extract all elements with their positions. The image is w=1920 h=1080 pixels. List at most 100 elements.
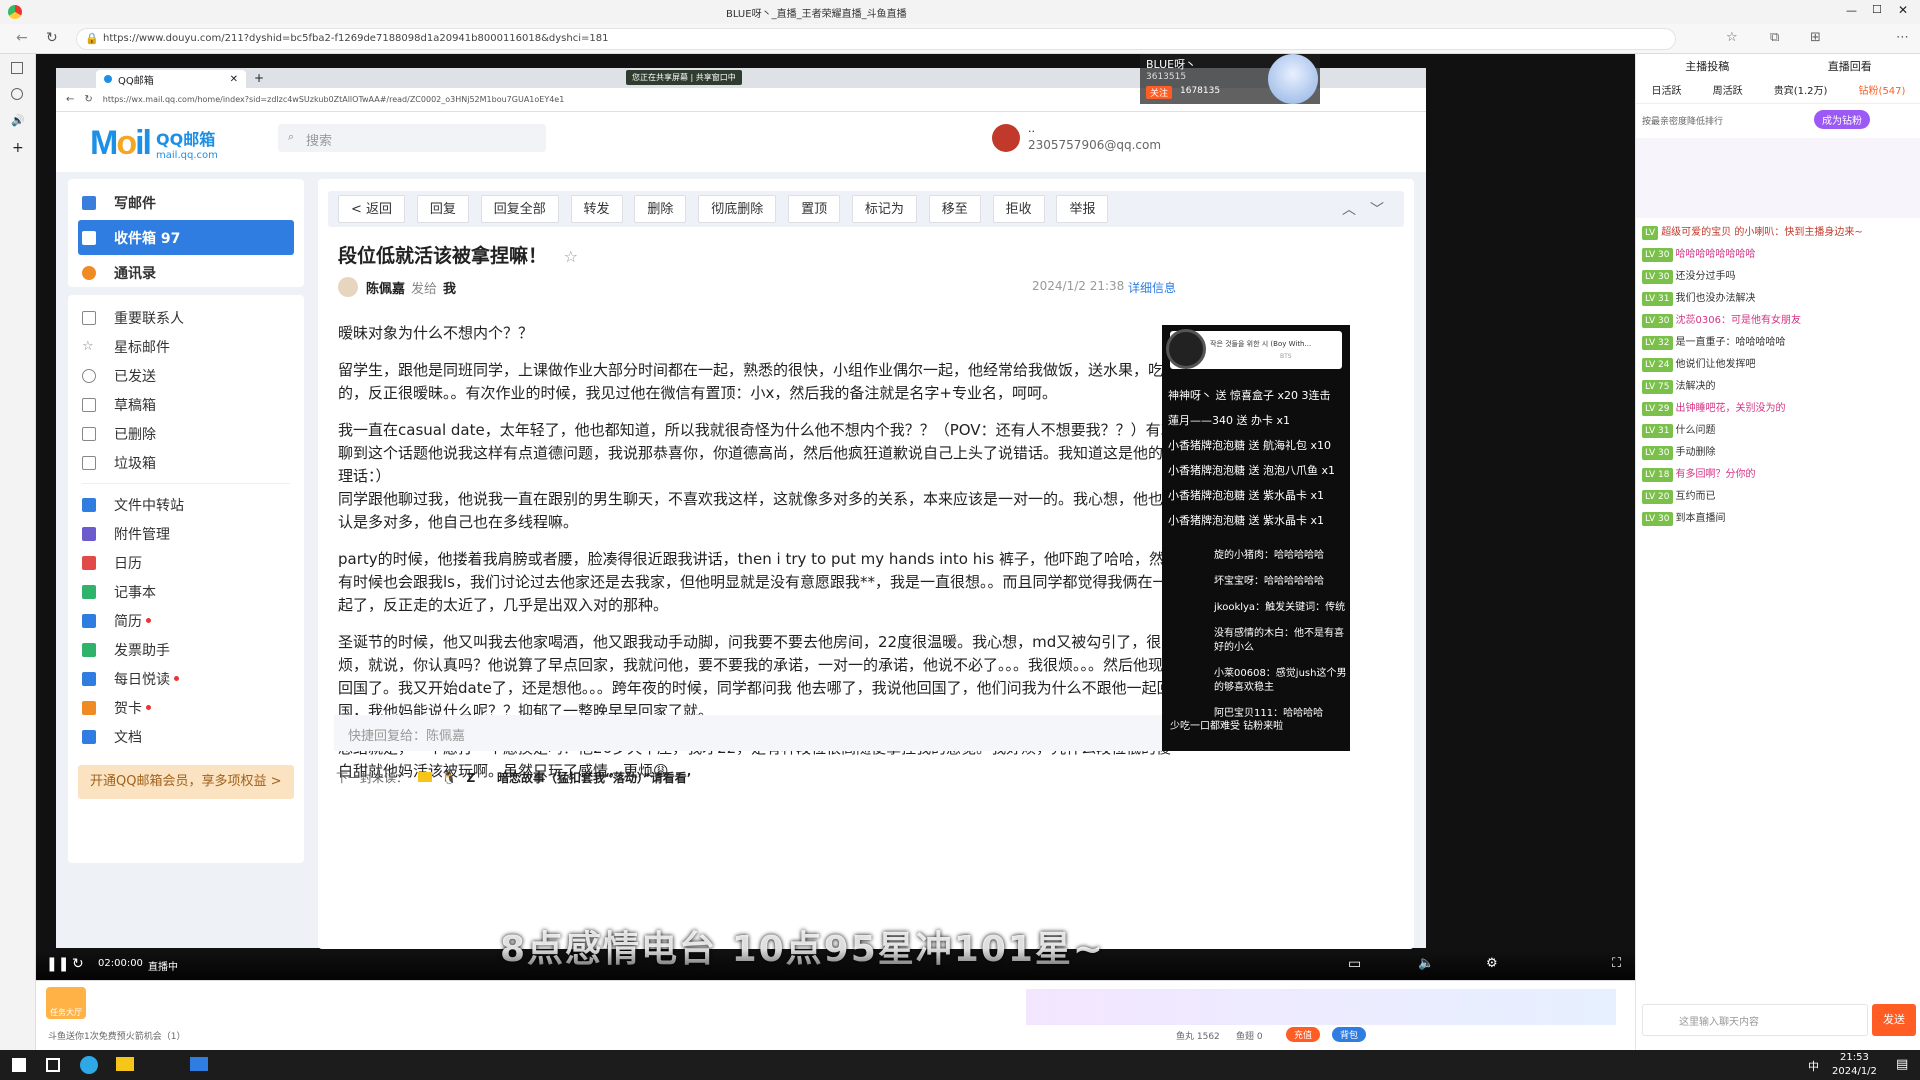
inner-tab[interactable]: QQ邮箱 ✕ <box>96 70 246 88</box>
settings-icon[interactable]: ⚙ <box>1486 956 1498 971</box>
audio-icon[interactable]: 🔊 <box>11 114 25 127</box>
sidebar-item-deleted[interactable]: 已删除 <box>68 419 304 448</box>
tab-weekly[interactable]: 周活跃 <box>1713 82 1743 103</box>
details-link[interactable]: 详细信息 <box>1128 279 1176 296</box>
user-email[interactable]: 2305757906@qq.com <box>1028 138 1161 152</box>
back-icon[interactable]: ← <box>16 30 28 46</box>
backpack-button[interactable]: 背包 <box>1332 1027 1367 1042</box>
volume-icon[interactable]: 🔈 <box>1418 956 1434 971</box>
outer-url-field[interactable]: 🔒 https://www.douyu.com/211?dyshid=bc5fb… <box>76 28 1676 50</box>
sidebar-item-sent[interactable]: 已发送 <box>68 361 304 390</box>
explorer-icon[interactable] <box>116 1057 134 1071</box>
fullscreen-icon[interactable]: ⛶ <box>1612 956 1621 971</box>
stream-time: 02:00:00 <box>98 958 143 969</box>
tabs-icon[interactable] <box>11 62 23 74</box>
star-mail-icon[interactable]: ☆ <box>564 247 578 266</box>
recipient-name[interactable]: 我 <box>443 278 456 297</box>
delete-button[interactable]: 删除 <box>634 195 687 223</box>
sidebar-item-attachments[interactable]: 附件管理 <box>68 519 304 548</box>
tab-vip[interactable]: 贵宾(1.2万) <box>1774 82 1828 103</box>
live-stream-video[interactable]: QQ邮箱 ✕ + 您正在共享屏幕 | 共享窗口中 ← ↻ https://wx.… <box>36 54 1635 980</box>
reject-button[interactable]: 拒收 <box>992 195 1045 223</box>
tab-diamond[interactable]: 钻粉(547) <box>1859 82 1906 103</box>
task-center-button[interactable]: 任务大厅 <box>46 987 86 1019</box>
back-button[interactable]: < 返回 <box>338 195 406 223</box>
next-mail-icon[interactable]: ﹀ <box>1370 199 1384 219</box>
reply-all-button[interactable]: 回复全部 <box>480 195 559 223</box>
quick-reply-box[interactable]: 快捷回复给：陈佩嘉 <box>334 715 1174 751</box>
compose-button[interactable]: 写邮件 <box>68 185 304 220</box>
sidebar-item-cards[interactable]: 贺卡 <box>68 693 304 722</box>
prev-mail-icon[interactable]: ︿ <box>1342 199 1356 219</box>
chat-input[interactable]: 这里输入聊天内容 <box>1642 1004 1868 1036</box>
pen-icon <box>82 195 96 210</box>
sidebar-item-starred[interactable]: ☆ 星标邮件 <box>68 332 304 361</box>
report-button[interactable]: 举报 <box>1056 195 1109 223</box>
user-name: .. <box>1028 122 1035 135</box>
become-fan-button[interactable]: 成为钻粉 <box>1814 110 1870 129</box>
send-button[interactable]: 发送 <box>1872 1004 1916 1036</box>
add-icon[interactable]: + <box>12 140 24 156</box>
avatar[interactable] <box>992 124 1020 152</box>
sidebar-item-invoice[interactable]: 发票助手 <box>68 635 304 664</box>
sidebar-item-vip-contacts[interactable]: 重要联系人 <box>68 303 304 332</box>
tab-replays[interactable]: 直播回看 <box>1828 58 1872 80</box>
collections-icon[interactable]: ⧉ <box>1770 30 1779 45</box>
sidebar-item-inbox[interactable]: 收件箱 97 <box>78 220 294 255</box>
inner-url[interactable]: https://wx.mail.qq.com/home/index?sid=zd… <box>103 95 565 104</box>
new-tab-icon[interactable]: + <box>254 71 264 85</box>
sidebar-item-spam[interactable]: 垃圾箱 <box>68 448 304 477</box>
minimize-button[interactable]: — <box>1846 4 1857 17</box>
inner-refresh-icon[interactable]: ↻ <box>84 94 92 105</box>
search-input[interactable]: ⌕ 搜索 <box>278 124 546 152</box>
doc-icon <box>82 729 96 744</box>
pause-button[interactable]: ❚❚ <box>46 956 69 972</box>
inner-back-icon[interactable]: ← <box>66 94 74 105</box>
danmaku-icon[interactable]: ▭ <box>1348 956 1361 972</box>
close-window-button[interactable]: ✕ <box>1898 3 1908 17</box>
clock-time: 21:53 <box>1840 1052 1869 1063</box>
input-language[interactable]: 中 <box>1808 1058 1819 1074</box>
mail-toolbar: < 返回 回复 回复全部 转发 删除 彻底删除 置顶 标记为 移至 拒收 举报 … <box>328 191 1404 227</box>
reload-icon[interactable]: ↻ <box>72 956 84 972</box>
history-icon[interactable] <box>11 88 23 100</box>
refresh-icon[interactable]: ↻ <box>46 30 58 46</box>
extensions-icon[interactable]: ⊞ <box>1810 30 1821 45</box>
follow-count: 1678135 <box>1180 86 1221 96</box>
mail-icon[interactable] <box>190 1057 208 1071</box>
start-icon[interactable] <box>12 1058 26 1072</box>
taskview-icon[interactable] <box>46 1058 60 1072</box>
share-status: 您正在共享屏幕 | 共享窗口中 <box>626 70 742 85</box>
delete-forever-button[interactable]: 彻底删除 <box>698 195 777 223</box>
tab-submissions[interactable]: 主播投稿 <box>1685 58 1729 80</box>
sidebar-item-daily-read[interactable]: 每日悦读 <box>68 664 304 693</box>
sidebar-item-drafts[interactable]: 草稿箱 <box>68 390 304 419</box>
move-to-button[interactable]: 移至 <box>928 195 981 223</box>
vip-banner[interactable]: 开通QQ邮箱会员，享多项权益 > <box>78 765 294 799</box>
search-icon: ⌕ <box>288 130 295 143</box>
reply-button[interactable]: 回复 <box>416 195 469 223</box>
sidebar-item-notes[interactable]: 记事本 <box>68 577 304 606</box>
sidebar-item-file-transfer[interactable]: 文件中转站 <box>68 490 304 519</box>
maximize-button[interactable]: ☐ <box>1872 3 1882 16</box>
tab-daily[interactable]: 日活跃 <box>1652 82 1682 103</box>
mark-as-button[interactable]: 标记为 <box>851 195 917 223</box>
sidebar-item-contacts[interactable]: 通讯录 <box>68 255 304 290</box>
follow-button[interactable]: 关注 <box>1146 86 1173 99</box>
sidebar-item-calendar[interactable]: 日历 <box>68 548 304 577</box>
pin-button[interactable]: 置顶 <box>788 195 841 223</box>
recharge-button[interactable]: 充值 <box>1286 1027 1321 1042</box>
sidebar-item-resume[interactable]: 简历 <box>68 606 304 635</box>
favorites-icon[interactable]: ☆ <box>1726 30 1738 45</box>
sender-name[interactable]: 陈佩嘉 <box>366 278 405 297</box>
forward-button[interactable]: 转发 <box>570 195 623 223</box>
sidebar-item-docs[interactable]: 文档 <box>68 722 304 751</box>
notification-icon[interactable]: ▤ <box>1896 1057 1908 1072</box>
next-unread[interactable]: 下一封未读： 🐧 Z 暗恋故事（猛扣套我“落动）”请看看’ <box>336 769 691 786</box>
chat-message: LV 30 到本直播间 <box>1636 508 1920 530</box>
streamer-avatar[interactable] <box>1268 54 1318 104</box>
edge-icon[interactable] <box>80 1056 98 1074</box>
settings-menu-icon[interactable]: ⋯ <box>1896 30 1909 45</box>
close-tab-icon[interactable]: ✕ <box>230 74 238 85</box>
sender-avatar <box>338 277 358 297</box>
